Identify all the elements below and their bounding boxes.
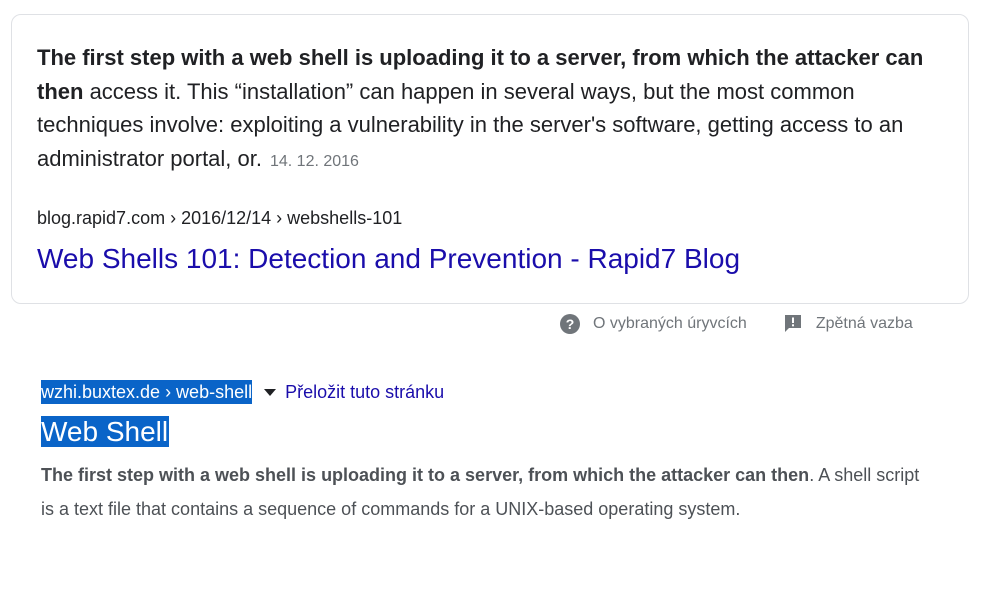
featured-snippet-breadcrumb[interactable]: blog.rapid7.com › 2016/12/14 › webshells… [37,206,402,230]
search-result: wzhi.buxtex.de › web-shell Přeložit tuto… [41,378,941,526]
translate-page-link[interactable]: Přeložit tuto stránku [285,382,444,403]
result-description-bold: The first step with a web shell is uploa… [41,465,810,485]
feedback-flag-icon [784,315,801,332]
result-title-link[interactable]: Web Shell [41,416,170,447]
result-cite-row: wzhi.buxtex.de › web-shell Přeložit tuto… [41,378,941,406]
featured-snippet-title-link[interactable]: Web Shells 101: Detection and Prevention… [37,241,740,277]
featured-snippet-date: 14. 12. 2016 [269,152,359,170]
result-title: Web Shell [41,416,941,448]
feedback-label: Zpětná vazba [815,315,913,332]
about-snippets-link[interactable]: ? O vybraných úryvcích [560,314,747,334]
featured-snippet-body-text: access it. This “installation” can happe… [37,78,904,171]
featured-snippet-text: The first step with a web shell is uploa… [37,41,942,178]
search-results-page: The first step with a web shell is uploa… [0,0,990,590]
result-breadcrumb[interactable]: wzhi.buxtex.de › web-shell [41,380,253,404]
featured-snippet-footer: ? O vybraných úryvcích Zpětná vazba [560,312,913,336]
question-circle-icon: ? [560,314,580,334]
featured-snippet-card: The first step with a web shell is uploa… [11,14,969,304]
triangle-down-icon[interactable] [264,388,277,396]
feedback-link[interactable]: Zpětná vazba [783,314,913,334]
result-description: The first step with a web shell is uploa… [41,458,921,526]
about-snippets-label: O vybraných úryvcích [593,315,747,332]
